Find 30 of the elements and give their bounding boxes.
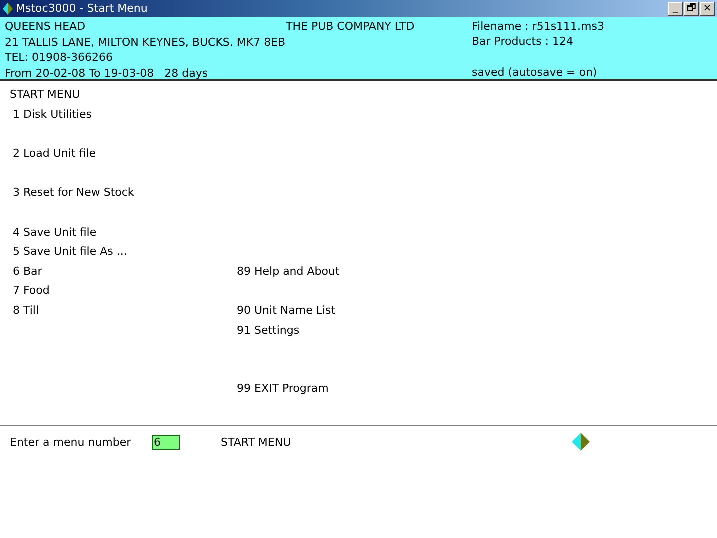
company-name: THE PUB COMPANY LTD	[286, 19, 416, 34]
menu-item[interactable]: 5 Save Unit file As ...	[13, 242, 237, 262]
menu-item[interactable]: 90 Unit Name List	[237, 300, 477, 321]
menu-item[interactable]: 3 Reset for New Stock	[13, 183, 237, 203]
menu-item[interactable]: 8 Till	[13, 300, 237, 321]
menu-item[interactable]: 89 Help and About	[237, 262, 477, 282]
menu-title: START MENU	[10, 87, 82, 101]
minimize-button[interactable]: _	[668, 2, 683, 16]
restore-button[interactable]: 🗗	[684, 2, 699, 16]
close-button[interactable]: ×	[700, 2, 715, 16]
header-text: 21 TALLIS LANE, MILTON KEYNES, BUCKS. MK7 8EB	[5, 34, 286, 50]
menu-item[interactable]: 4 Save Unit file	[13, 222, 237, 242]
menu-item[interactable]: 2 Load Unit file	[13, 144, 237, 164]
menu-item[interactable]: 99 EXIT Program	[237, 379, 477, 399]
header-text: Filename : r51s111.ms3	[472, 19, 604, 34]
window-title: Mstoc3000 - Start Menu	[16, 2, 149, 15]
header-text: saved (autosave = on)	[472, 64, 598, 80]
menu-number-field[interactable]: 6	[152, 434, 180, 450]
diamond-icon	[572, 433, 590, 451]
menu-item[interactable]: 91 Settings	[237, 320, 477, 340]
header-text: From 20-02-08 To 19-03-08 28 days	[5, 66, 210, 81]
menu-item[interactable]: 6 Bar	[13, 262, 237, 282]
prompt-label: Enter a menu number	[10, 436, 132, 448]
current-menu-label: START MENU	[221, 436, 292, 448]
header-text: QUEENS HEAD	[5, 19, 87, 34]
header-text: TEL: 01908-366266	[5, 50, 114, 66]
header-text: Bar Products : 124	[472, 34, 574, 49]
menu-item[interactable]: 1 Disk Utilities	[13, 105, 237, 125]
menu-item[interactable]: 7 Food	[13, 281, 237, 301]
diamond-icon	[3, 2, 13, 14]
